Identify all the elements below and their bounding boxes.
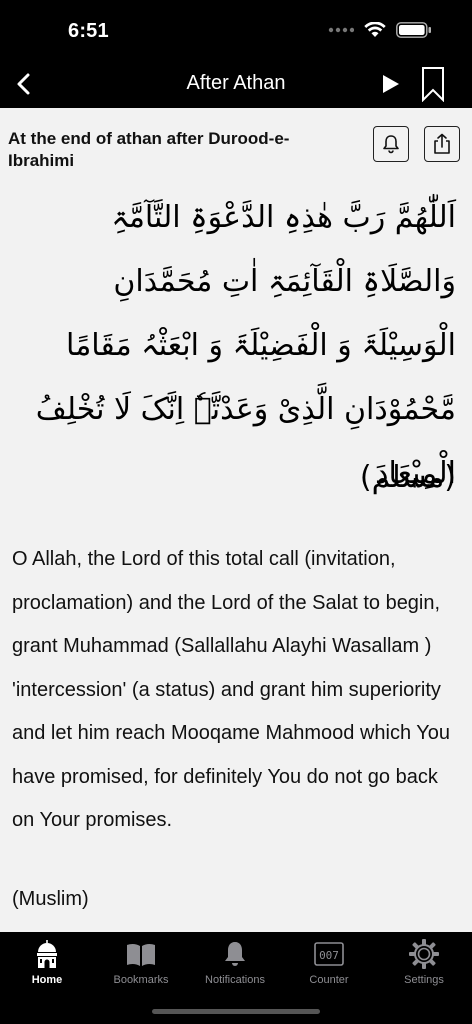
arabic-text: اَللّٰھُمَّ رَبَّ ھٰذِہِ الدَّعْوَۃِ الت… (35, 200, 456, 491)
tab-home[interactable]: Home (0, 938, 94, 994)
tab-counter[interactable]: 007 Counter (282, 938, 376, 994)
tab-settings[interactable]: Settings (377, 938, 471, 994)
bell-icon (383, 135, 399, 154)
tab-label: Home (31, 974, 63, 986)
signal-icon (328, 27, 354, 33)
share-button[interactable] (424, 126, 460, 162)
wifi-icon (364, 22, 386, 37)
book-icon (127, 943, 155, 966)
content-area[interactable]: At the end of athan after Durood-e-Ibrah… (0, 108, 472, 932)
tab-label: Bookmarks (113, 974, 169, 986)
gear-icon (409, 939, 439, 969)
bell-icon (225, 942, 245, 966)
dua-heading: At the end of athan after Durood-e-Ibrah… (8, 129, 290, 170)
nav-bar: After Athan (0, 62, 472, 108)
tab-notifications[interactable]: Notifications (188, 938, 282, 994)
share-icon (434, 133, 450, 154)
counter-icon: 007 (314, 942, 344, 966)
status-bar: 6:51 (0, 0, 472, 62)
status-time: 6:51 (68, 20, 109, 42)
svg-text:007: 007 (319, 949, 339, 962)
reminder-button[interactable] (373, 126, 409, 162)
play-icon[interactable] (380, 73, 402, 95)
arabic-source: (مسلم) (359, 460, 456, 495)
tab-label: Settings (404, 974, 444, 986)
home-indicator (152, 1009, 320, 1014)
bookmark-icon[interactable] (421, 66, 445, 102)
tab-label: Counter (309, 974, 349, 986)
translation-text: O Allah, the Lord of this total call (in… (12, 548, 451, 831)
battery-icon (396, 22, 431, 38)
screen: 6:51 After Athan At the end of athan aft… (0, 0, 472, 1024)
translation-source: (Muslim) (12, 888, 89, 910)
status-icons (328, 22, 432, 38)
tab-label: Notifications (205, 974, 265, 986)
mosque-icon (37, 940, 57, 968)
tab-bookmarks[interactable]: Bookmarks (94, 938, 188, 994)
